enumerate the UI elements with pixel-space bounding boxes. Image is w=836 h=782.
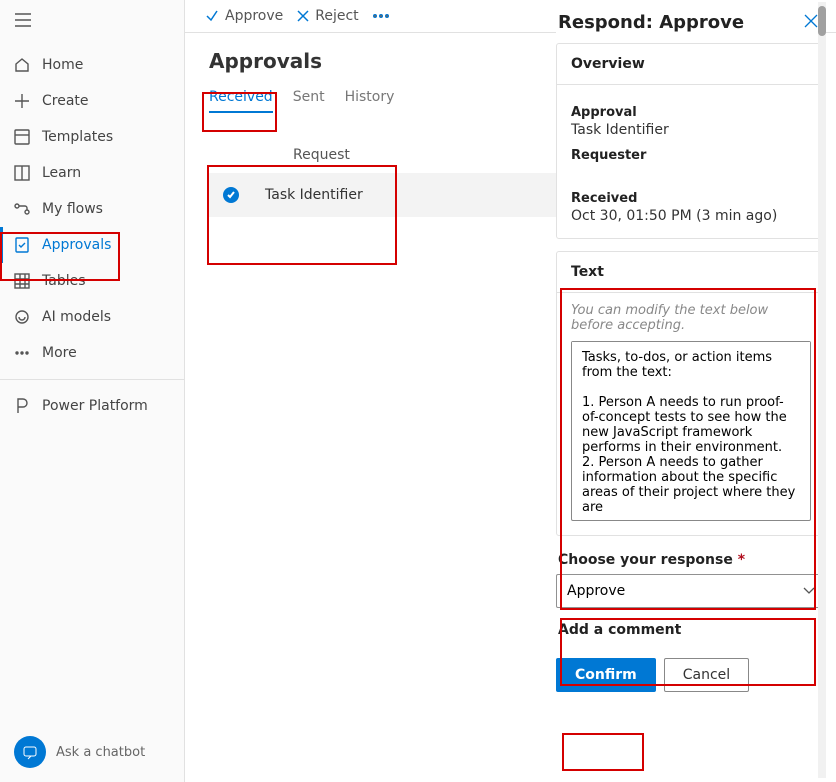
text-hint: You can modify the text below before acc… [571, 303, 811, 333]
tab-sent[interactable]: Sent [293, 89, 325, 113]
nav-label: My flows [42, 201, 103, 217]
nav-aimodels[interactable]: AI models [0, 299, 184, 335]
chatbot-icon [14, 736, 46, 768]
nav-label: Approvals [42, 237, 111, 253]
templates-icon [14, 129, 30, 145]
chevron-down-icon [803, 587, 815, 595]
reject-label: Reject [315, 8, 358, 24]
nav-templates[interactable]: Templates [0, 119, 184, 155]
panel-buttons: Confirm Cancel [556, 658, 826, 692]
nav-tables[interactable]: Tables [0, 263, 184, 299]
approve-action[interactable]: Approve [205, 8, 283, 24]
ellipsis-icon [373, 14, 389, 18]
text-card: Text You can modify the text below befor… [556, 251, 826, 536]
text-heading: Text [557, 252, 825, 293]
check-icon [205, 9, 219, 23]
hamburger-icon [14, 13, 32, 27]
approval-label: Approval [571, 105, 811, 120]
selected-check-icon [223, 187, 239, 203]
more-actions[interactable] [373, 14, 389, 18]
nav-label: Create [42, 93, 89, 109]
tables-icon [14, 273, 30, 289]
nav-powerplatform[interactable]: Power Platform [0, 388, 184, 424]
cancel-button[interactable]: Cancel [664, 658, 749, 692]
panel-header: Respond: Approve [556, 2, 826, 43]
nav-label: Home [42, 57, 83, 73]
overview-heading: Overview [557, 44, 825, 85]
approval-value: Task Identifier [571, 122, 811, 138]
powerplatform-icon [14, 398, 30, 414]
nav-home[interactable]: Home [0, 47, 184, 83]
reject-action[interactable]: Reject [297, 8, 358, 24]
response-section: Choose your response * Approve [556, 548, 826, 608]
response-selected-value: Approve [567, 583, 625, 599]
close-icon [804, 14, 818, 28]
x-icon [297, 10, 309, 22]
received-value: Oct 30, 01:50 PM (3 min ago) [571, 208, 811, 224]
nav-list: Home Create Templates Learn My flows App… [0, 43, 184, 726]
request-title: Task Identifier [265, 187, 363, 203]
plus-icon [14, 93, 30, 109]
approve-label: Approve [225, 8, 283, 24]
more-icon [14, 345, 30, 361]
nav-label: Power Platform [42, 398, 148, 414]
nav-create[interactable]: Create [0, 83, 184, 119]
overview-card: Overview Approval Task Identifier Reques… [556, 43, 826, 239]
nav-label: AI models [42, 309, 111, 325]
requester-value [571, 165, 811, 181]
approvals-icon [14, 237, 30, 253]
nav-more[interactable]: More [0, 335, 184, 371]
approval-text-input[interactable] [572, 342, 810, 516]
response-select[interactable]: Approve [556, 574, 826, 608]
confirm-button[interactable]: Confirm [556, 658, 656, 692]
hamburger-button[interactable] [0, 0, 184, 43]
panel-scrollbar-thumb[interactable] [818, 6, 826, 36]
nav-label: Templates [42, 129, 113, 145]
comment-label: Add a comment [558, 622, 826, 638]
received-label: Received [571, 191, 811, 206]
nav-separator [0, 379, 184, 380]
nav-learn[interactable]: Learn [0, 155, 184, 191]
nav-label: Learn [42, 165, 81, 181]
panel-title: Respond: Approve [558, 12, 744, 33]
requester-label: Requester [571, 148, 811, 163]
ai-icon [14, 309, 30, 325]
response-label: Choose your response * [558, 552, 826, 568]
flows-icon [14, 201, 30, 217]
panel-scrollbar-track[interactable] [818, 2, 826, 778]
nav-myflows[interactable]: My flows [0, 191, 184, 227]
chatbot-launcher[interactable]: Ask a chatbot [0, 726, 184, 782]
respond-panel: Respond: Approve Overview Approval Task … [556, 2, 826, 778]
panel-close-button[interactable] [804, 13, 818, 32]
nav-label: More [42, 345, 77, 361]
book-icon [14, 165, 30, 181]
tab-received[interactable]: Received [209, 89, 273, 113]
sidebar: Home Create Templates Learn My flows App… [0, 0, 185, 782]
tab-history[interactable]: History [345, 89, 395, 113]
nav-label: Tables [42, 273, 86, 289]
nav-approvals[interactable]: Approvals [0, 227, 184, 263]
chatbot-label: Ask a chatbot [56, 745, 145, 760]
home-icon [14, 57, 30, 73]
